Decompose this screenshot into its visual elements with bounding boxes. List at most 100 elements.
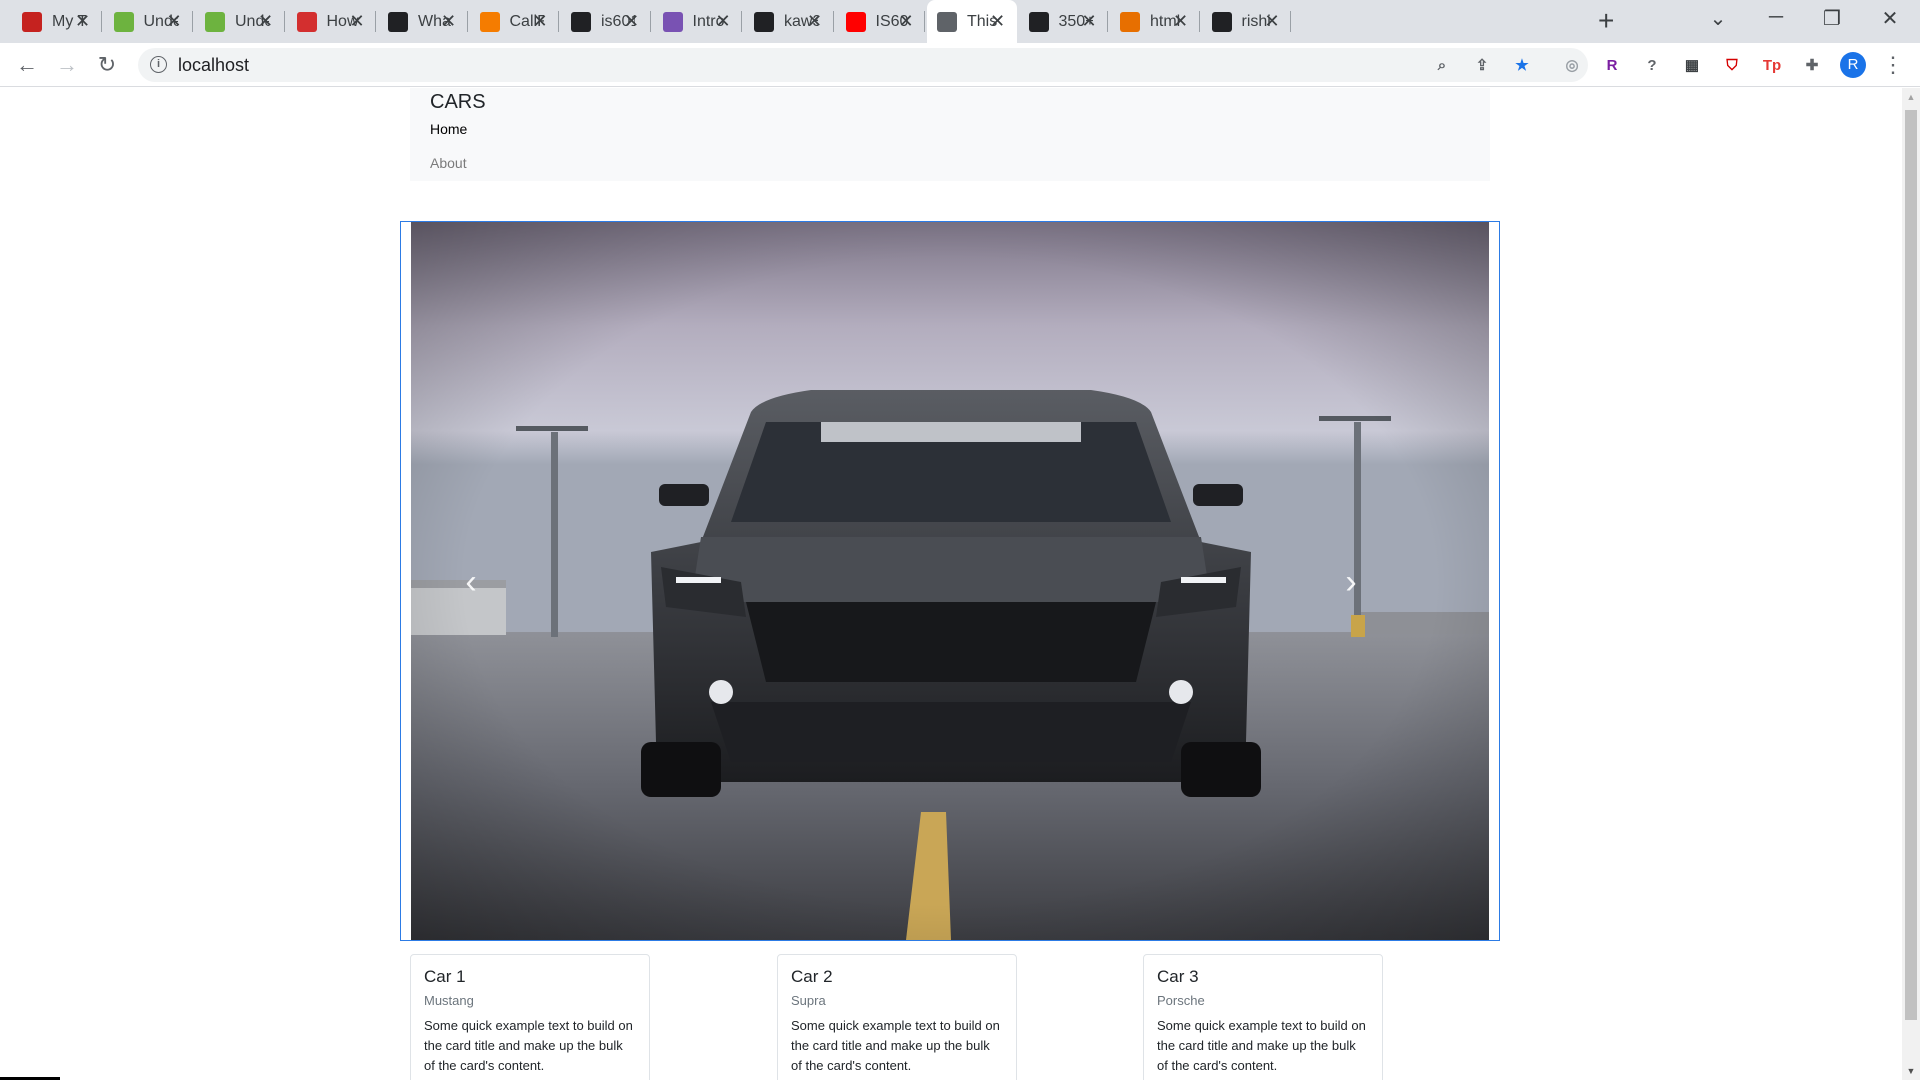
browser-tab[interactable]: Intro ✕ bbox=[653, 0, 742, 43]
github-icon bbox=[1211, 11, 1232, 32]
page-viewport: CARS Home About ‹ › Car 1 Mustang Some q… bbox=[0, 88, 1920, 1080]
browser-tab[interactable]: 350+ ✕ bbox=[1019, 0, 1108, 43]
tab-separator bbox=[283, 11, 285, 32]
bootstrap-icon bbox=[662, 11, 683, 32]
tab-close-icon[interactable]: ✕ bbox=[348, 12, 366, 30]
browser-tab[interactable]: IS60 ✕ bbox=[836, 0, 925, 43]
leaf-icon bbox=[113, 11, 134, 32]
scroll-up-arrow-icon[interactable]: ▲ bbox=[1902, 88, 1920, 106]
address-bar[interactable]: i localhost bbox=[138, 48, 1588, 82]
tab-separator bbox=[100, 11, 102, 32]
tab-separator bbox=[924, 11, 925, 32]
chrome-menu-icon[interactable]: ⋮ bbox=[1879, 51, 1907, 79]
nav-link-home[interactable]: Home bbox=[430, 121, 467, 137]
tab-separator bbox=[1198, 11, 1200, 32]
carousel-prev-button[interactable]: ‹ bbox=[441, 542, 501, 622]
car-card: Car 1 Mustang Some quick example text to… bbox=[410, 954, 650, 1080]
browser-tab[interactable]: Unde ✕ bbox=[195, 0, 285, 43]
reload-button[interactable]: ↻ bbox=[93, 51, 121, 79]
tab-separator bbox=[832, 11, 834, 32]
browser-tab[interactable]: kaw3 ✕ bbox=[744, 0, 834, 43]
zoom-icon[interactable]: ⌕ bbox=[1430, 53, 1454, 77]
extension-headphones-icon[interactable]: ◎ bbox=[1560, 53, 1584, 77]
card-subtitle: Mustang bbox=[424, 993, 474, 1008]
minimize-button[interactable]: ─ bbox=[1756, 6, 1796, 29]
image-carousel: ‹ › bbox=[400, 221, 1500, 941]
notebook-icon bbox=[388, 11, 408, 32]
tab-close-icon[interactable]: ✕ bbox=[714, 12, 732, 30]
github-icon bbox=[571, 11, 591, 32]
navbar-brand[interactable]: CARS bbox=[430, 91, 486, 114]
browser-tab[interactable]: Wha ✕ bbox=[378, 0, 468, 43]
tab-separator bbox=[1107, 11, 1108, 32]
tab-separator bbox=[558, 11, 559, 32]
browser-tab[interactable]: is601 ✕ bbox=[561, 0, 651, 43]
forward-button[interactable]: → bbox=[53, 51, 81, 79]
browser-tab[interactable]: How ✕ bbox=[287, 0, 376, 43]
car-card: Car 3 Porsche Some quick example text to… bbox=[1143, 954, 1383, 1080]
tab-close-icon[interactable]: ✕ bbox=[257, 12, 275, 30]
scroll-thumb[interactable] bbox=[1905, 110, 1917, 1020]
tab-separator bbox=[466, 11, 468, 32]
tab-separator bbox=[375, 11, 376, 32]
briefcase-icon bbox=[1028, 11, 1049, 32]
github-icon bbox=[754, 11, 774, 32]
browser-tab[interactable]: Unde ✕ bbox=[104, 0, 193, 43]
youtube-icon bbox=[845, 11, 866, 32]
site-info-icon[interactable]: i bbox=[150, 56, 167, 73]
scroll-down-arrow-icon[interactable]: ▼ bbox=[1902, 1062, 1920, 1080]
tab-search-chevron-icon[interactable]: ⌄ bbox=[1698, 6, 1738, 31]
page-scrollbar[interactable]: ▲ ▼ bbox=[1902, 88, 1920, 1080]
browser-tab[interactable]: CallF ✕ bbox=[470, 0, 559, 43]
card-text: Some quick example text to build on the … bbox=[1157, 1018, 1366, 1073]
tab-strip: My T ✕ Unde ✕ Unde ✕ How ✕ Wha ✕ CallF ✕ is601 ✕ Intro… bbox=[0, 0, 1920, 43]
tab-close-icon[interactable]: ✕ bbox=[440, 12, 458, 30]
extension-grid-icon[interactable]: ▦ bbox=[1680, 53, 1704, 77]
tab-close-icon[interactable]: ✕ bbox=[531, 12, 549, 30]
browser-tab[interactable]: rishi ✕ bbox=[1202, 0, 1291, 43]
extension-question-icon[interactable]: ? bbox=[1640, 53, 1664, 77]
card-subtitle: Porsche bbox=[1157, 993, 1205, 1008]
extensions-puzzle-icon[interactable]: ✚ bbox=[1800, 53, 1824, 77]
tab-separator bbox=[741, 11, 742, 32]
card-text: Some quick example text to build on the … bbox=[424, 1018, 633, 1073]
leaf-icon bbox=[205, 11, 225, 32]
close-window-button[interactable]: ✕ bbox=[1870, 6, 1910, 31]
back-button[interactable]: ← bbox=[13, 51, 41, 79]
tab-close-icon[interactable]: ✕ bbox=[74, 12, 92, 30]
browser-tab[interactable]: This ✕ bbox=[927, 0, 1017, 43]
share-icon[interactable]: ⇪ bbox=[1470, 53, 1494, 77]
restore-button[interactable]: ❐ bbox=[1812, 6, 1852, 31]
tab-close-icon[interactable]: ✕ bbox=[989, 12, 1007, 30]
extension-shield-icon[interactable]: ⛉ bbox=[1720, 53, 1744, 77]
tab-separator bbox=[649, 11, 651, 32]
profile-avatar[interactable]: R bbox=[1840, 52, 1866, 78]
url-text[interactable]: localhost bbox=[178, 55, 249, 76]
carousel-next-button[interactable]: › bbox=[1321, 542, 1381, 622]
callflow-icon bbox=[479, 11, 500, 32]
card-title: Car 2 bbox=[791, 967, 833, 986]
tab-close-icon[interactable]: ✕ bbox=[1080, 12, 1098, 30]
tab-close-icon[interactable]: ✕ bbox=[1172, 12, 1190, 30]
navbar: CARS Home About bbox=[410, 88, 1490, 181]
browser-toolbar: ← → ↻ i localhost ⌕ ⇪ ★ ◎ R? ▦ ⛉ Tp ✚ R ⋮ bbox=[0, 43, 1920, 87]
tab-close-icon[interactable]: ✕ bbox=[897, 12, 915, 30]
globe-icon bbox=[937, 11, 957, 32]
nav-link-about[interactable]: About bbox=[430, 155, 467, 171]
nit-logo-icon bbox=[22, 11, 42, 32]
tab-close-icon[interactable]: ✕ bbox=[1263, 12, 1281, 30]
new-tab-button[interactable]: + bbox=[1598, 7, 1614, 35]
tab-close-icon[interactable]: ✕ bbox=[806, 12, 824, 30]
video-logo-icon bbox=[296, 11, 317, 32]
card-title: Car 3 bbox=[1157, 967, 1199, 986]
extension-r-icon[interactable]: R bbox=[1600, 53, 1624, 77]
card-title: Car 1 bbox=[424, 967, 466, 986]
bookmark-star-icon[interactable]: ★ bbox=[1510, 53, 1534, 77]
tab-close-icon[interactable]: ✕ bbox=[623, 12, 641, 30]
browser-tab[interactable]: My T ✕ bbox=[12, 0, 102, 43]
tab-separator bbox=[1290, 11, 1291, 32]
tab-close-icon[interactable]: ✕ bbox=[165, 12, 183, 30]
car-card: Car 2 Supra Some quick example text to b… bbox=[777, 954, 1017, 1080]
extension-tp-icon[interactable]: Tp bbox=[1760, 53, 1784, 77]
browser-tab[interactable]: html ✕ bbox=[1110, 0, 1200, 43]
